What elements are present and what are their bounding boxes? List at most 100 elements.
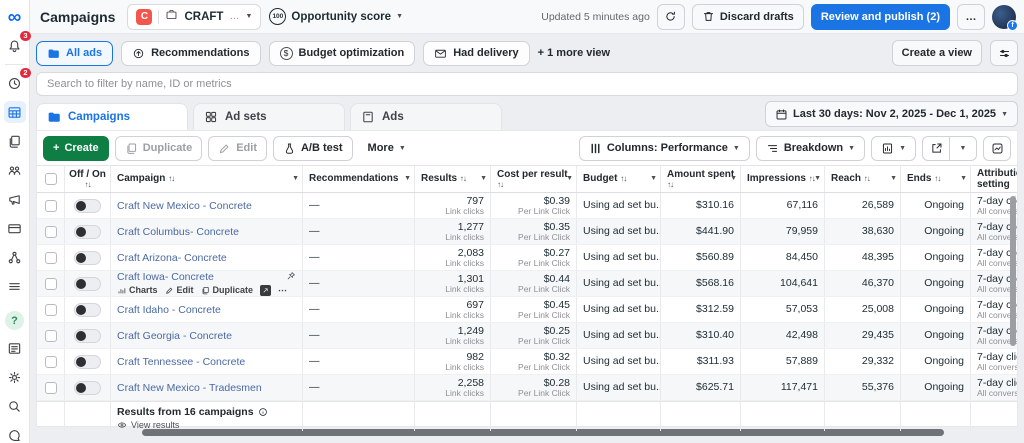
export-button[interactable]	[922, 136, 950, 161]
row-checkbox[interactable]	[45, 330, 57, 342]
campaign-toggle[interactable]	[74, 355, 101, 369]
tab-campaigns[interactable]: Campaigns	[36, 103, 188, 130]
vertical-scrollbar[interactable]	[1010, 196, 1016, 346]
header-budget[interactable]: Budget ↑↓ ▼	[577, 166, 661, 192]
charts-action[interactable]: Charts	[117, 285, 158, 295]
campaign-link[interactable]: Craft Tennessee - Concrete	[117, 356, 245, 368]
campaign-toggle[interactable]	[74, 277, 101, 291]
filter-caret-icon[interactable]: ▼	[730, 175, 737, 183]
billing-icon[interactable]	[4, 217, 26, 239]
settings-gear-icon[interactable]	[4, 366, 26, 388]
table-row[interactable]: Craft Iowa- Concrete Charts Edit Duplica…	[37, 271, 1017, 297]
discard-drafts-button[interactable]: Discard drafts	[692, 4, 804, 30]
ads-manager-icon[interactable]	[4, 101, 26, 123]
view-results-link[interactable]: View results	[117, 420, 296, 430]
campaign-toggle[interactable]	[74, 303, 101, 317]
user-avatar[interactable]: f	[992, 5, 1016, 29]
edit-action[interactable]: Edit	[165, 285, 194, 295]
filter-caret-icon[interactable]: ▼	[960, 175, 967, 183]
more-views-button[interactable]: + 1 more view	[538, 47, 610, 59]
account-selector[interactable]: C CRAFT … ▼	[127, 4, 261, 30]
table-row[interactable]: Craft Idaho - Concrete Charts Edit Dupli…	[37, 297, 1017, 323]
search-icon[interactable]	[4, 395, 26, 417]
select-all-checkbox[interactable]	[45, 173, 57, 185]
duplicate-button[interactable]: Duplicate	[115, 136, 203, 161]
audiences-icon[interactable]	[4, 159, 26, 181]
header-off-on[interactable]: Off / On ↑↓	[65, 166, 111, 192]
columns-button[interactable]: Columns: Performance ▼	[579, 136, 750, 161]
table-row[interactable]: Craft Georgia - Concrete Charts Edit Dup…	[37, 323, 1017, 349]
search-input[interactable]	[36, 72, 1018, 96]
header-results[interactable]: Results ↑↓ ▼	[415, 166, 491, 192]
meta-logo-icon[interactable]: ∞	[4, 6, 26, 28]
tab-ad-sets[interactable]: Ad sets	[193, 103, 345, 130]
events-manager-icon[interactable]	[4, 246, 26, 268]
charts-panel-button[interactable]	[983, 136, 1011, 161]
header-impressions[interactable]: Impressions ↑↓ ▼	[741, 166, 825, 192]
row-checkbox[interactable]	[45, 278, 57, 290]
header-attribution[interactable]: Attribution setting	[971, 166, 1017, 192]
reports-button[interactable]: ▼	[871, 136, 916, 161]
updates-icon[interactable]	[4, 337, 26, 359]
export-options-button[interactable]: ▼	[949, 136, 977, 161]
ab-test-button[interactable]: A/B test	[273, 136, 353, 161]
notifications-bell-icon[interactable]: 3	[4, 35, 26, 57]
table-row[interactable]: Craft New Mexico - Concrete Charts Edit …	[37, 193, 1017, 219]
row-more-action[interactable]: ⋯	[278, 285, 287, 296]
campaign-toggle[interactable]	[74, 199, 101, 213]
campaign-link[interactable]: Craft Columbus- Concrete	[117, 226, 239, 238]
all-tools-menu-icon[interactable]	[4, 275, 26, 297]
table-row[interactable]: Craft New Mexico - Tradesmen Charts Edit…	[37, 375, 1017, 401]
header-ends[interactable]: Ends ↑↓ ▼	[901, 166, 971, 192]
row-checkbox[interactable]	[45, 252, 57, 264]
view-settings-button[interactable]	[990, 40, 1018, 66]
review-publish-button[interactable]: Review and publish (2)	[811, 4, 950, 30]
campaign-toggle[interactable]	[74, 225, 101, 239]
opportunity-score[interactable]: 100 Opportunity score ▼	[269, 8, 403, 25]
tab-ads[interactable]: Ads	[350, 103, 502, 130]
table-row[interactable]: Craft Tennessee - Concrete Charts Edit D…	[37, 349, 1017, 375]
date-range-button[interactable]: Last 30 days: Nov 2, 2025 - Dec 1, 2025 …	[765, 101, 1018, 127]
account-overview-icon[interactable]: 2	[4, 72, 26, 94]
more-menu-button[interactable]: More ▼	[359, 135, 415, 161]
campaign-link[interactable]: Craft Iowa- Concrete	[117, 271, 214, 283]
view-budget-optimization[interactable]: $ Budget optimization	[269, 41, 416, 66]
view-all-ads[interactable]: All ads	[36, 41, 113, 66]
refresh-button[interactable]	[657, 4, 685, 30]
view-recommendations[interactable]: Recommendations	[121, 41, 260, 66]
row-checkbox[interactable]	[45, 226, 57, 238]
pages-icon[interactable]	[4, 130, 26, 152]
view-had-delivery[interactable]: Had delivery	[423, 41, 529, 66]
preview-action[interactable]	[260, 285, 271, 296]
filter-caret-icon[interactable]: ▼	[814, 175, 821, 183]
support-chat-icon[interactable]	[4, 424, 26, 443]
campaign-link[interactable]: Craft Arizona- Concrete	[117, 252, 227, 264]
filter-caret-icon[interactable]: ▼	[404, 175, 411, 183]
duplicate-action[interactable]: Duplicate	[201, 285, 254, 295]
campaign-toggle[interactable]	[74, 329, 101, 343]
create-button[interactable]: + Create	[43, 136, 109, 161]
create-view-button[interactable]: Create a view	[892, 40, 982, 66]
edit-button[interactable]: Edit	[208, 136, 267, 161]
header-cost-per-result[interactable]: Cost per result ↑↓ ▼	[491, 166, 577, 192]
filter-caret-icon[interactable]: ▼	[890, 175, 897, 183]
row-checkbox[interactable]	[45, 200, 57, 212]
header-reach[interactable]: Reach ↑↓ ▼	[825, 166, 901, 192]
help-icon[interactable]: ?	[5, 311, 24, 330]
row-checkbox[interactable]	[45, 356, 57, 368]
campaign-toggle[interactable]	[74, 381, 101, 395]
table-row[interactable]: Craft Columbus- Concrete Charts Edit Dup…	[37, 219, 1017, 245]
filter-caret-icon[interactable]: ▼	[292, 175, 299, 183]
filter-caret-icon[interactable]: ▼	[480, 175, 487, 183]
breakdown-button[interactable]: Breakdown ▼	[756, 136, 865, 161]
campaign-link[interactable]: Craft New Mexico - Tradesmen	[117, 382, 262, 394]
filter-caret-icon[interactable]: ▼	[650, 175, 657, 183]
more-options-button[interactable]: …	[957, 4, 985, 30]
campaign-link[interactable]: Craft New Mexico - Concrete	[117, 200, 252, 212]
campaign-link[interactable]: Craft Idaho - Concrete	[117, 304, 221, 316]
campaign-link[interactable]: Craft Georgia - Concrete	[117, 330, 232, 342]
campaign-toggle[interactable]	[74, 251, 101, 265]
table-row[interactable]: Craft Arizona- Concrete Charts Edit Dupl…	[37, 245, 1017, 271]
filter-caret-icon[interactable]: ▼	[566, 175, 573, 183]
megaphone-icon[interactable]	[4, 188, 26, 210]
